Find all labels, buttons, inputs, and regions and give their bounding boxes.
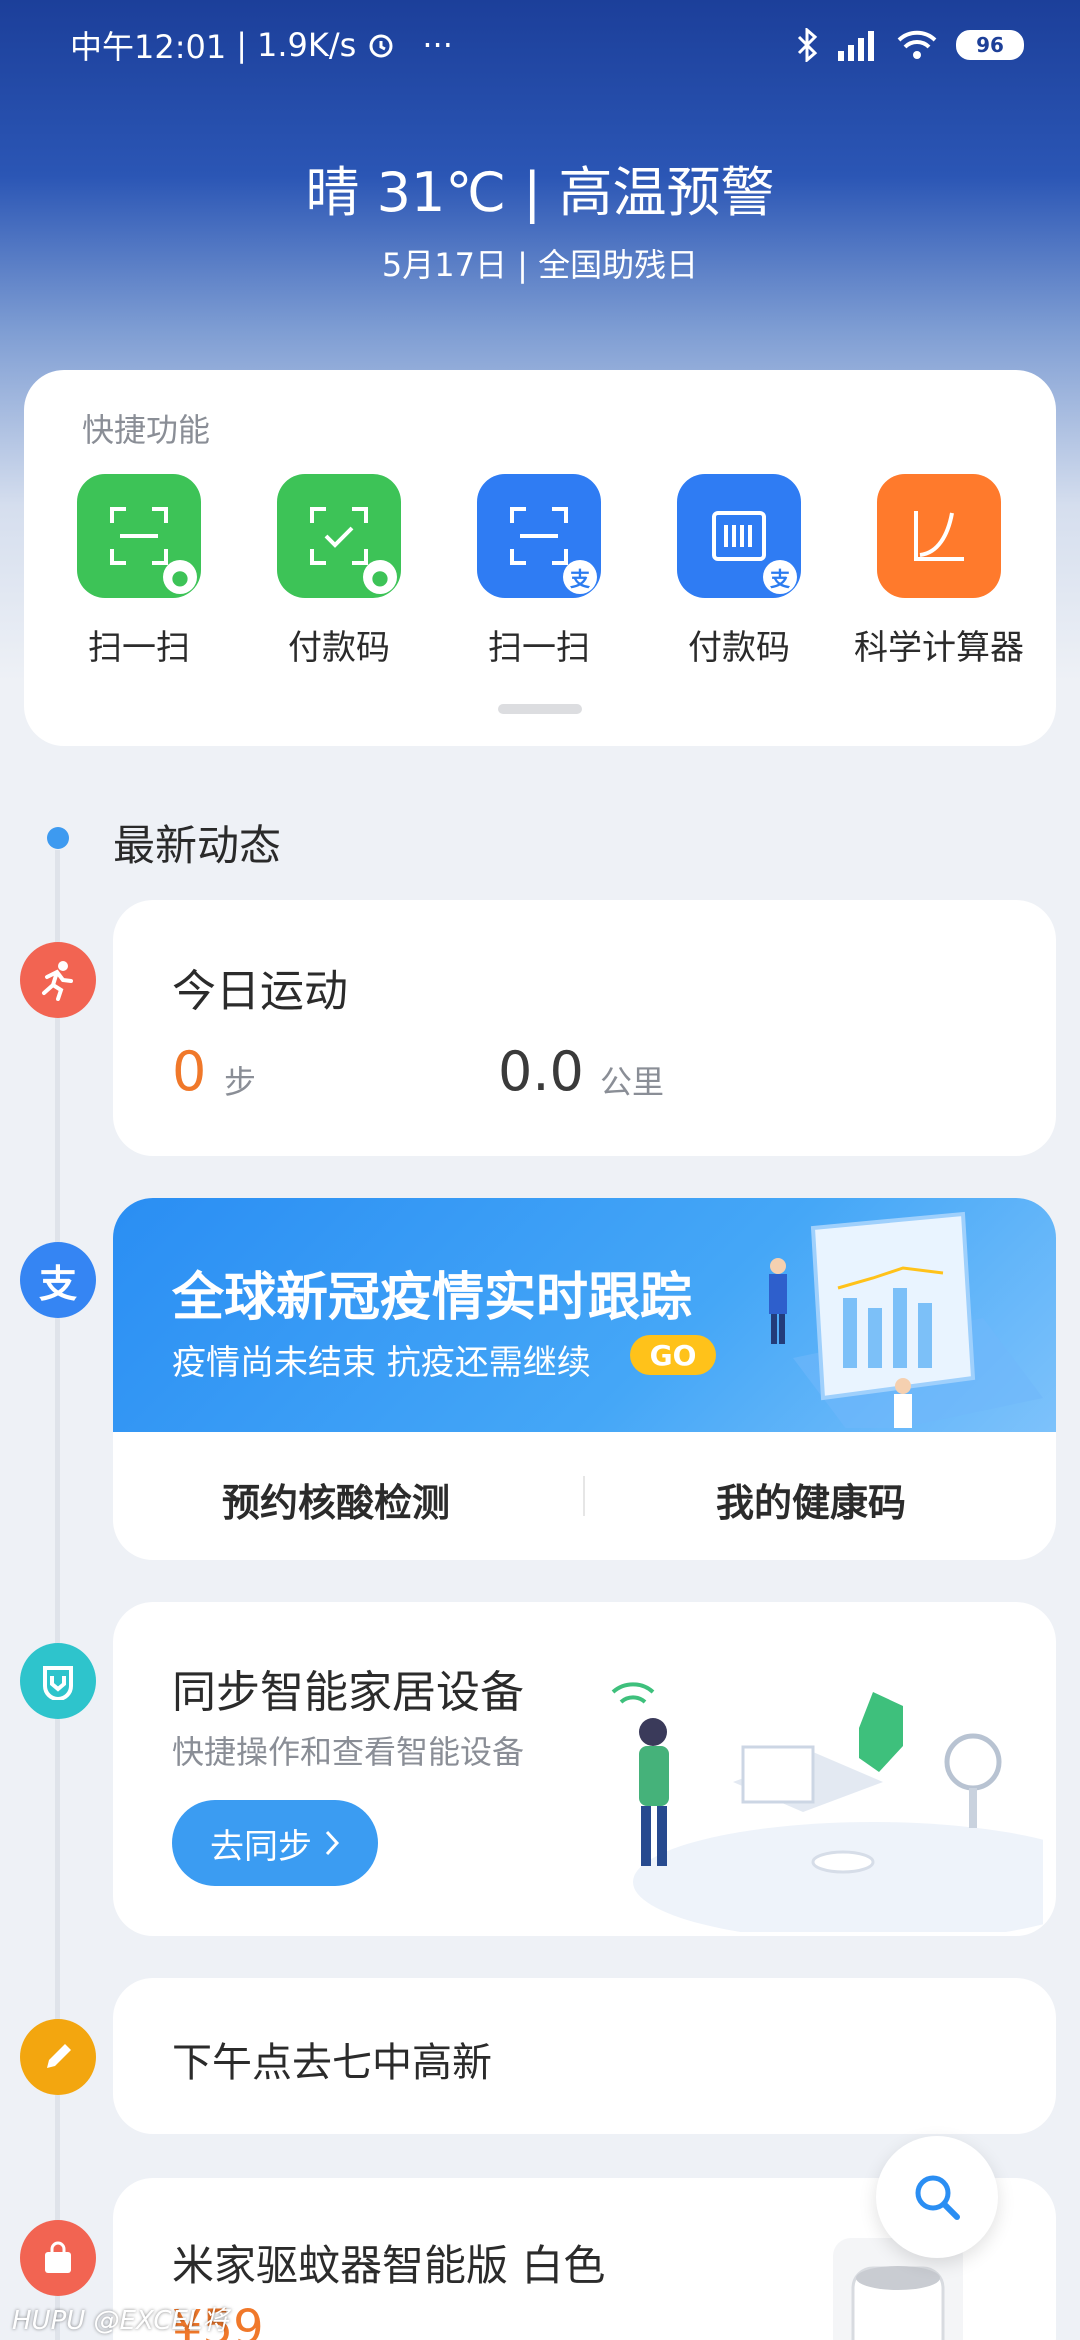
covid-actions-divider [583, 1476, 585, 1516]
alipay-badge-icon: 支 [563, 560, 597, 594]
quick-item-calculator[interactable]: 科学计算器 [844, 474, 1034, 669]
smart-home-subtitle: 快捷操作和查看智能设备 [172, 1733, 525, 1771]
note-text: 下午点去七中高新 [172, 2040, 492, 2086]
sport-card[interactable] [113, 900, 1056, 1156]
distance-unit: 公里 [600, 1063, 665, 1101]
alipay-badge-icon: 支 [763, 560, 797, 594]
wechat-badge-icon: ● [163, 560, 197, 594]
wechat-pay-code-icon: ● [277, 474, 401, 598]
quick-item-alipay-scan[interactable]: 支 扫一扫 [444, 474, 634, 669]
calculator-icon [877, 474, 1001, 598]
smart-home-title: 同步智能家居设备 [172, 1667, 524, 1718]
covid-title: 全球新冠疫情实时跟踪 [172, 1268, 693, 1328]
timeline-line [55, 850, 60, 2340]
alarm-icon [369, 34, 393, 58]
covid-go-button[interactable]: GO [630, 1335, 716, 1375]
timeline-dot [47, 827, 69, 849]
date-line: 5月17日 | 全国助残日 [381, 246, 699, 284]
weather-headline[interactable]: 晴 31℃ | 高温预警 [0, 148, 1080, 227]
mijia-icon [20, 1643, 96, 1719]
quick-functions-title: 快捷功能 [82, 411, 211, 449]
wifi-icon [897, 30, 937, 59]
quick-item-alipay-pay-code[interactable]: 支 付款码 [644, 474, 834, 669]
bluetooth-icon [797, 28, 818, 62]
status-network-speed: 1.9K/s [257, 26, 357, 64]
shopping-bag-icon [20, 2220, 96, 2296]
wechat-scan-icon: ● [77, 474, 201, 598]
alipay-icon: 支 [20, 1242, 96, 1318]
signal-icon [838, 31, 874, 61]
book-nucleic-test-button[interactable]: 预约核酸检测 [222, 1472, 450, 1527]
running-icon [20, 942, 96, 1018]
feed-section-title: 最新动态 [113, 821, 282, 870]
quick-item-wechat-pay-code[interactable]: ● 付款码 [244, 474, 434, 669]
chevron-right-icon [325, 1830, 340, 1856]
product-title: 米家驱蚊器智能版 白色 [172, 2241, 606, 2290]
wechat-badge-icon: ● [363, 560, 397, 594]
health-code-button[interactable]: 我的健康码 [716, 1472, 906, 1527]
sync-devices-button[interactable]: 去同步 [172, 1800, 378, 1886]
alipay-scan-icon: 支 [477, 474, 601, 598]
status-time: 中午12:01 [70, 28, 227, 66]
status-bar-left: 中午12:01 | 1.9K/s ··· [70, 22, 453, 68]
watermark: HUPU @EXCEL将 [12, 2306, 229, 2336]
covid-subtitle: 疫情尚未结束 抗疫还需继续 [172, 1343, 591, 1383]
battery-indicator: 96 [956, 30, 1024, 60]
data-screen-illustration-icon [769, 1211, 1043, 1428]
quick-card-drag-handle[interactable] [498, 704, 582, 714]
search-button[interactable] [876, 2136, 998, 2258]
quick-item-wechat-scan[interactable]: ● 扫一扫 [44, 474, 234, 669]
distance-value: 0.0 [498, 1040, 584, 1103]
steps-value: 0 [172, 1040, 207, 1103]
steps-unit: 步 [224, 1063, 257, 1101]
smart-home-illustration-icon [611, 1682, 1043, 1932]
sport-title: 今日运动 [172, 966, 348, 1017]
alipay-pay-code-icon: 支 [677, 474, 801, 598]
status-more-icon: ··· [422, 26, 453, 64]
status-bar-right: 96 [796, 22, 1024, 68]
search-icon [915, 2175, 960, 2220]
pencil-icon [20, 2019, 96, 2095]
